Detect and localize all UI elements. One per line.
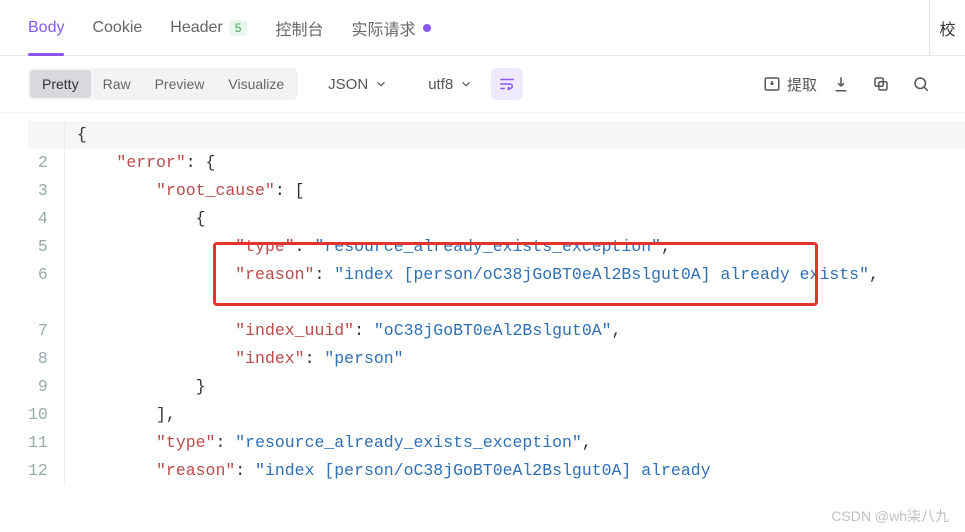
- watermark: CSDN @wh柒八九: [831, 506, 949, 526]
- line-number-gutter: 1 2 3 4 5 6 7 8 9 10 11 12: [28, 121, 64, 485]
- tab-actual-request[interactable]: 实际请求: [351, 0, 431, 55]
- view-preview[interactable]: Preview: [143, 70, 217, 98]
- view-visualize[interactable]: Visualize: [216, 70, 296, 98]
- right-panel-peek[interactable]: 校: [929, 0, 965, 56]
- tab-header[interactable]: Header 5: [170, 0, 247, 55]
- copy-button[interactable]: [865, 68, 897, 100]
- response-tabs: Body Cookie Header 5 控制台 实际请求: [0, 0, 965, 56]
- code-content[interactable]: { "error": { "root_cause": [ { "type": "…: [64, 121, 965, 485]
- tab-body[interactable]: Body: [28, 0, 64, 55]
- encoding-dropdown-label: utf8: [428, 76, 453, 93]
- search-icon: [912, 75, 930, 93]
- tab-actual-request-label: 实际请求: [351, 16, 415, 40]
- body-toolbar: Pretty Raw Preview Visualize JSON utf8 提…: [0, 56, 965, 113]
- extract-button[interactable]: 提取: [763, 74, 817, 95]
- format-dropdown[interactable]: JSON: [318, 70, 398, 99]
- wrap-icon: [498, 75, 516, 93]
- tab-header-label: Header: [170, 19, 222, 37]
- view-pretty[interactable]: Pretty: [30, 70, 91, 98]
- header-count-badge: 5: [229, 20, 248, 36]
- view-raw[interactable]: Raw: [91, 70, 143, 98]
- search-button[interactable]: [905, 68, 937, 100]
- tab-actual-request-indicator: [423, 24, 431, 32]
- response-body-code[interactable]: 1 2 3 4 5 6 7 8 9 10 11 12 { "error": { …: [0, 113, 965, 485]
- extract-icon: [763, 75, 781, 93]
- wrap-lines-button[interactable]: [491, 68, 523, 100]
- download-icon: [832, 75, 850, 93]
- view-mode-group: Pretty Raw Preview Visualize: [28, 68, 298, 100]
- encoding-dropdown[interactable]: utf8: [418, 70, 483, 99]
- format-dropdown-label: JSON: [328, 76, 368, 93]
- tab-cookie[interactable]: Cookie: [92, 0, 142, 55]
- chevron-down-icon: [459, 77, 473, 91]
- download-button[interactable]: [825, 68, 857, 100]
- copy-icon: [872, 75, 890, 93]
- chevron-down-icon: [374, 77, 388, 91]
- tab-console[interactable]: 控制台: [275, 0, 323, 55]
- extract-label: 提取: [787, 74, 817, 95]
